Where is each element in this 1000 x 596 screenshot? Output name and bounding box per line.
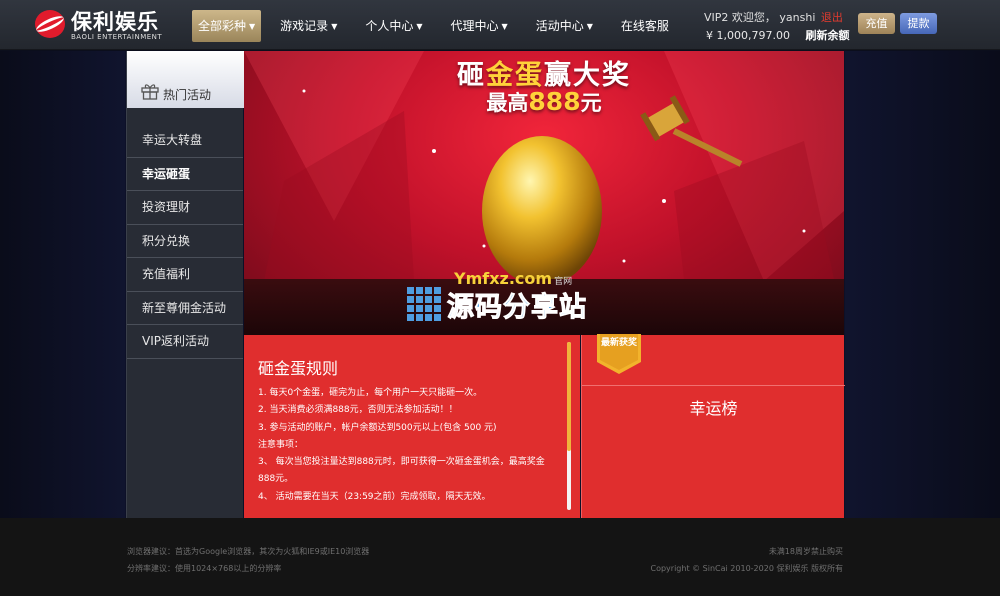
footer-copyright: Copyright © SinCai 2010-2020 保利娱乐 版权所有 (650, 564, 844, 573)
top-header: 保利娱乐 BAOLI ENTERTAINMENT 全部彩种 ▼ 游戏记录 ▼ 个人中… (0, 0, 1000, 50)
rule-line: 2. 当天消费必须满888元，否则无法参加活动！！ (258, 405, 458, 416)
logo-name: 保利娱乐 (71, 10, 159, 34)
rule-line: 注意事项： (258, 439, 304, 450)
egg-smash-banner: 砸金蛋赢大奖 最高888元 Ymfxz.com 官网 源码分享站 (244, 51, 844, 335)
nav-label: 全部彩种 (198, 19, 247, 33)
sidebar-item-investment[interactable]: 投资理财 (127, 191, 243, 225)
banner-sub-part: 元 (580, 91, 602, 115)
recharge-button[interactable]: 充值 (858, 13, 895, 34)
rule-line: 3、 每次当您投注量达到888元时，即可获得一次砸金蛋机会，最高奖金 (258, 457, 545, 468)
banner-prize-amount: 888 (528, 87, 581, 116)
rule-line: 888元。 (258, 474, 294, 485)
rules-scrollbar[interactable] (567, 342, 571, 510)
withdraw-button[interactable]: 提款 (900, 13, 937, 34)
nav-personal-center[interactable]: 个人中心 ▼ (356, 10, 431, 42)
footer-browser-tip: 浏览器建议：首选为Google浏览器，其次为火狐和IE9或IE10浏览器 (127, 547, 370, 556)
nav-activity-center[interactable]: 活动中心 ▼ (527, 10, 602, 42)
main-nav: 全部彩种 ▼ 游戏记录 ▼ 个人中心 ▼ 代理中心 ▼ 活动中心 ▼ 在线客服 (192, 10, 688, 42)
rule-line: 1. 每天0个金蛋，砸完为止，每个用户一天只能砸一次。 (258, 388, 483, 398)
banner-sub-part: 最高 (486, 91, 529, 115)
sidebar-item-commission[interactable]: 新至尊佣金活动 (127, 292, 243, 325)
footer-age-notice: 未满18周岁禁止购买 (768, 547, 843, 556)
sidebar-item-lucky-wheel[interactable]: 幸运大转盘 (127, 124, 243, 158)
welcome-text: 欢迎您， (731, 11, 776, 24)
caret-down-icon: ▼ (416, 22, 423, 31)
logout-link[interactable]: 退出 (821, 11, 843, 24)
rule-line: 4、 活动需要在当天（23:59之前）完成领取，隔天无效。 (258, 491, 491, 502)
golden-egg[interactable] (482, 136, 602, 286)
sidebar-title: 热门活动 (163, 88, 212, 102)
user-welcome: VIP2 欢迎您， yanshi 退出 (704, 9, 843, 25)
sidebar-item-vip-rebate[interactable]: VIP返利活动 (127, 325, 243, 359)
logo-subtitle: BAOLI ENTERTAINMENT (71, 33, 163, 41)
vip-level: VIP2 (704, 11, 729, 24)
rules-panel: 砸金蛋规则 1. 每天0个金蛋，砸完为止，每个用户一天只能砸一次。 2. 当天消… (244, 335, 580, 518)
board-divider (582, 385, 845, 386)
footer-resolution-tip: 分辨率建议：使用1024×768以上的分辨率 (127, 564, 282, 573)
caret-down-icon: ▼ (331, 22, 338, 31)
nav-agent-center[interactable]: 代理中心 ▼ (442, 10, 517, 42)
lucky-board: 最新获奖 幸运榜 (581, 334, 845, 518)
rules-scrollbar-thumb[interactable] (567, 342, 571, 452)
nav-label: 代理中心 (450, 19, 499, 33)
nav-all-lottery[interactable]: 全部彩种 ▼ (192, 10, 262, 42)
sidebar-item-points-exchange[interactable]: 积分兑换 (127, 225, 243, 258)
caret-down-icon: ▼ (586, 22, 593, 31)
nav-online-service[interactable]: 在线客服 (612, 10, 678, 42)
sidebar-item-egg-smash[interactable]: 幸运砸蛋 (127, 158, 243, 191)
watermark-main-text: 源码分享站 (447, 292, 587, 324)
watermark-grid-icon (407, 287, 441, 321)
activity-sidebar: 热门活动 幸运大转盘 幸运砸蛋 投资理财 积分兑换 充值福利 新至尊佣金活动 V… (126, 51, 244, 518)
board-title: 幸运榜 (689, 399, 738, 418)
nav-label: 在线客服 (620, 19, 669, 33)
rule-line: 3. 参与活动的账户，帐户余额达到500元以上(包含 500 元) (258, 422, 497, 433)
page-footer: 浏览器建议：首选为Google浏览器，其次为火狐和IE9或IE10浏览器 分辨率… (0, 518, 1000, 596)
nav-label: 个人中心 (365, 19, 414, 33)
nav-label: 游戏记录 (280, 19, 329, 33)
bg-left (0, 51, 125, 518)
sidebar-item-recharge-bonus[interactable]: 充值福利 (127, 258, 243, 292)
username: yanshi (779, 11, 816, 24)
caret-down-icon: ▼ (501, 22, 508, 31)
site-logo[interactable]: 保利娱乐 BAOLI ENTERTAINMENT (33, 6, 173, 44)
balance-value: ¥ 1,000,797.00 (706, 29, 790, 42)
nav-label: 活动中心 (535, 19, 584, 33)
sidebar-list: 幸运大转盘 幸运砸蛋 投资理财 积分兑换 充值福利 新至尊佣金活动 VIP返利活… (127, 124, 243, 359)
bg-right (845, 51, 1000, 518)
gift-icon (141, 84, 159, 100)
rules-list: 1. 每天0个金蛋，砸完为止，每个用户一天只能砸一次。 2. 当天消费必须满88… (258, 385, 564, 506)
caret-down-icon: ▼ (249, 22, 256, 31)
logo-emblem-icon (35, 10, 65, 38)
rules-title: 砸金蛋规则 (258, 359, 339, 378)
sidebar-header: 热门活动 (127, 51, 244, 108)
ribbon-label: 最新获奖 (600, 338, 637, 348)
refresh-balance-link[interactable]: 刷新余额 (805, 29, 849, 42)
balance-line: ¥ 1,000,797.00 刷新余额 (706, 27, 849, 43)
nav-game-records[interactable]: 游戏记录 ▼ (271, 10, 346, 42)
banner-subtitle: 最高888元 (244, 87, 844, 117)
